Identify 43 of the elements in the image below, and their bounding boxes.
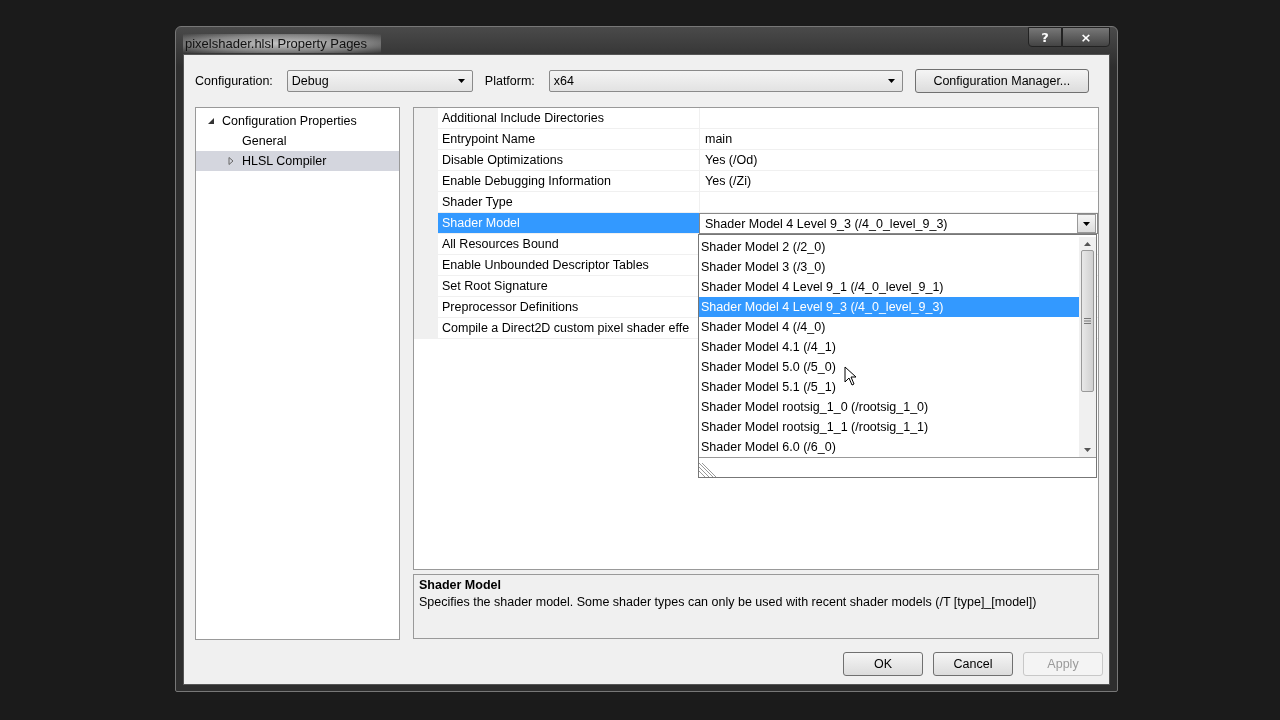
property-value-combo[interactable]: Shader Model 4 Level 9_3 (/4_0_level_9_3)	[699, 213, 1098, 234]
property-value[interactable]: Yes (/Zi)	[699, 171, 1098, 192]
scrollbar[interactable]	[1079, 237, 1096, 457]
configuration-dropdown[interactable]: Debug	[286, 70, 473, 92]
platform-dropdown[interactable]: x64	[548, 70, 903, 92]
configuration-manager-button[interactable]: Configuration Manager...	[914, 69, 1089, 93]
dropdown-option[interactable]: Shader Model 4 (/4_0)	[699, 317, 1079, 337]
configuration-label: Configuration:	[195, 74, 273, 88]
tree-item[interactable]: General	[196, 131, 399, 151]
dropdown-option[interactable]: Shader Model 6.0 (/6_0)	[699, 437, 1079, 457]
property-name[interactable]: Enable Debugging Information	[438, 171, 699, 192]
platform-label: Platform:	[484, 74, 535, 88]
scroll-up-icon[interactable]	[1084, 242, 1091, 246]
property-name[interactable]: Disable Optimizations	[438, 150, 699, 171]
dropdown-option[interactable]: Shader Model 3 (/3_0)	[699, 257, 1079, 277]
dropdown-option[interactable]: Shader Model 5.0 (/5_0)	[699, 357, 1079, 377]
scroll-down-icon[interactable]	[1084, 448, 1091, 452]
scrollbar-thumb[interactable]	[1081, 250, 1094, 392]
description-title: Shader Model	[419, 578, 502, 592]
caret-icon	[1083, 221, 1090, 226]
mouse-cursor-icon	[844, 366, 858, 386]
dropdown-option[interactable]: Shader Model 5.1 (/5_1)	[699, 377, 1079, 397]
dropdown-option[interactable]: Shader Model rootsig_1_0 (/rootsig_1_0)	[699, 397, 1079, 417]
dialog-button[interactable]: Cancel	[933, 652, 1013, 676]
tree-item[interactable]: Configuration Properties	[196, 111, 399, 131]
dropdown-option[interactable]: Shader Model rootsig_1_1 (/rootsig_1_1)	[699, 417, 1079, 437]
dropdown-option[interactable]: Shader Model 2 (/2_0)	[699, 237, 1079, 257]
property-value[interactable]: main	[699, 129, 1098, 150]
property-name[interactable]: Additional Include Directories	[438, 108, 699, 129]
dialog-button[interactable]: OK	[843, 652, 923, 676]
property-value[interactable]: Yes (/Od)	[699, 150, 1098, 171]
description-text: Specifies the shader model. Some shader types can only be used with recent shader models (/T [type]_[model])	[419, 595, 1038, 609]
close-button[interactable]: ×	[1062, 27, 1110, 47]
dropdown-option[interactable]: Shader Model 4 Level 9_1 (/4_0_level_9_1)	[699, 277, 1079, 297]
grip-lines-icon	[1084, 318, 1091, 324]
caret-icon	[457, 79, 465, 83]
property-name[interactable]: Entrypoint Name	[438, 129, 699, 150]
window-title: pixelshader.hlsl Property Pages	[183, 34, 382, 53]
tree-item[interactable]: HLSL Compiler	[196, 151, 399, 171]
resize-grip-icon[interactable]	[699, 463, 717, 477]
caret-icon	[887, 79, 895, 83]
dropdown-option[interactable]: Shader Model 4.1 (/4_1)	[699, 337, 1079, 357]
help-button[interactable]: ?	[1028, 27, 1062, 47]
